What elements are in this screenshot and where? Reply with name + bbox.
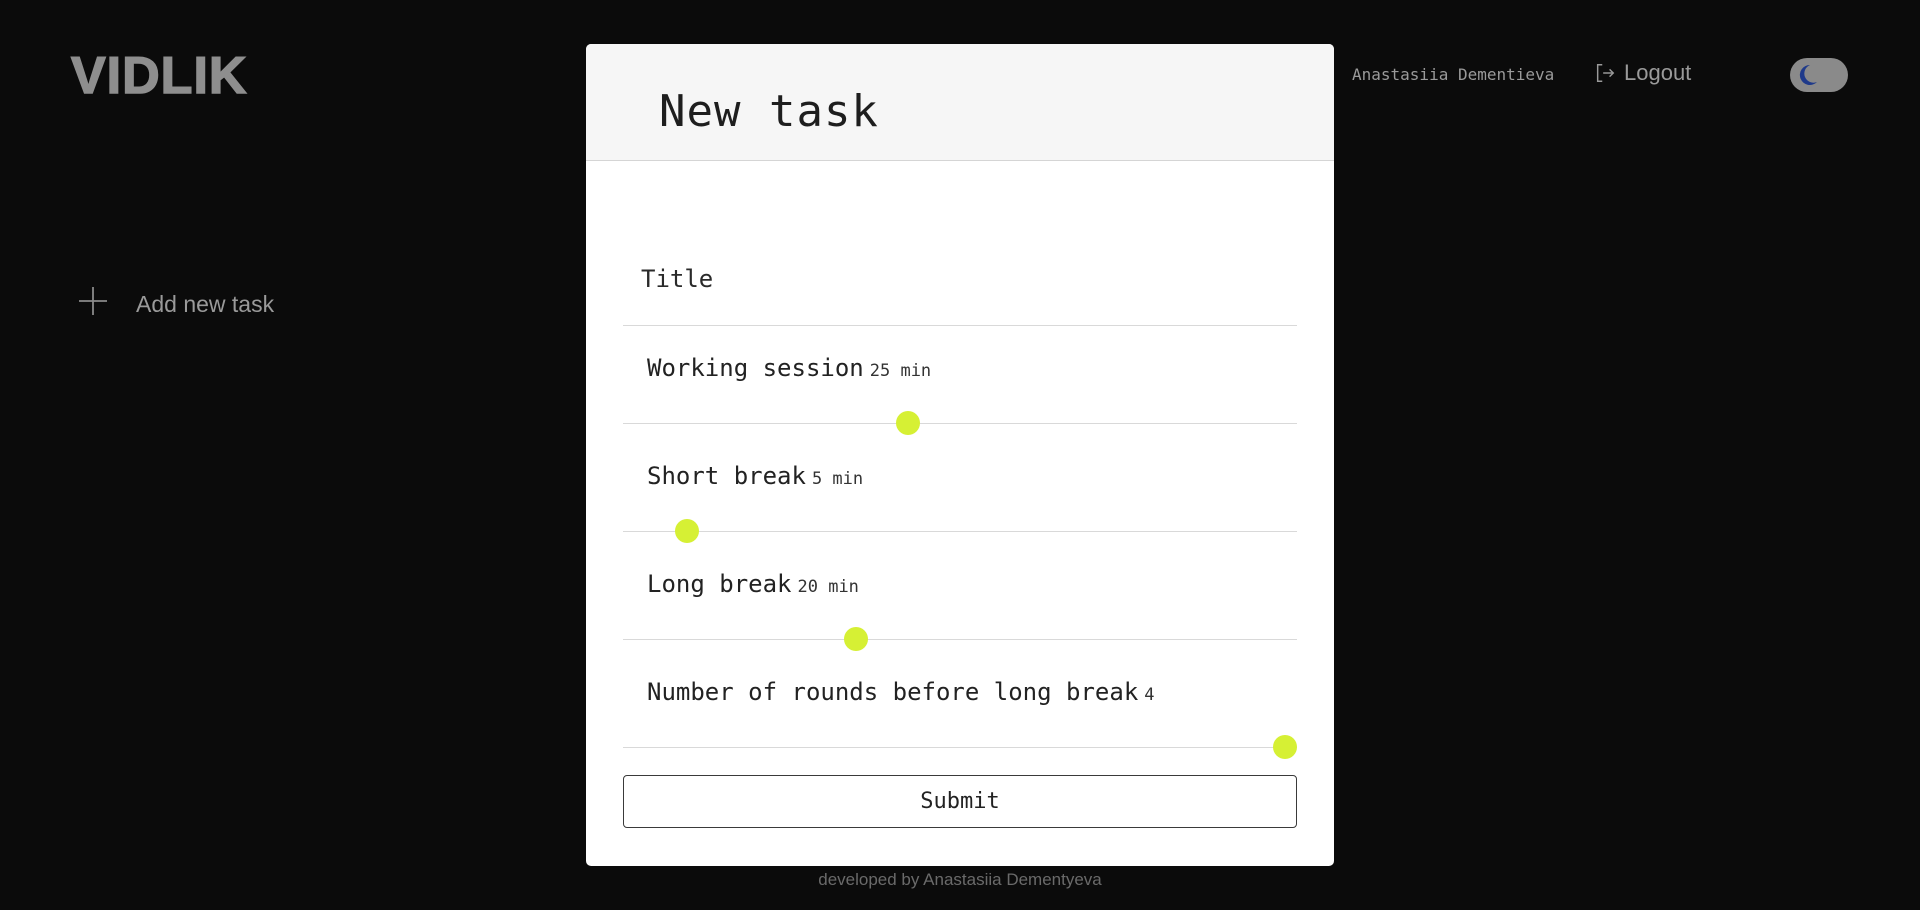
title-input[interactable]	[641, 265, 1271, 293]
logout-label: Logout	[1624, 60, 1692, 85]
rounds-slider[interactable]	[623, 735, 1297, 759]
app-page: VIDLIK Anastasiia Dementieva Logout Add …	[0, 0, 1920, 910]
title-field	[623, 221, 1297, 326]
working-session-slider-thumb[interactable]	[896, 411, 920, 435]
add-new-task-button[interactable]: Add new task	[78, 286, 274, 322]
short-break-slider-thumb[interactable]	[675, 519, 699, 543]
long-break-slider-field: Long break 20 min	[623, 542, 1297, 651]
app-logo[interactable]: VIDLIK	[70, 49, 247, 103]
rounds-label: Number of rounds before long break 4	[647, 678, 1155, 706]
short-break-label: Short break 5 min	[647, 462, 863, 490]
slider-label-text: Short break	[647, 462, 806, 490]
long-break-slider[interactable]	[623, 627, 1297, 651]
slider-label-text: Long break	[647, 570, 792, 598]
slider-value: 25 min	[869, 361, 932, 381]
logout-button[interactable]: Logout	[1594, 60, 1691, 86]
plus-icon	[78, 286, 108, 322]
slider-label-text: Number of rounds before long break	[647, 678, 1139, 706]
working-session-slider[interactable]	[623, 411, 1297, 435]
working-session-label: Working session 25 min	[647, 354, 931, 382]
slider-value: 5 min	[811, 469, 864, 489]
long-break-label: Long break 20 min	[647, 570, 859, 598]
working-session-slider-field: Working session 25 min	[623, 326, 1297, 435]
modal-title: New task	[659, 86, 879, 137]
submit-button[interactable]: Submit	[623, 775, 1297, 828]
moon-icon	[1795, 63, 1819, 87]
user-name: Anastasiia Dementieva	[1352, 65, 1555, 84]
logout-icon	[1594, 62, 1616, 84]
rounds-slider-field: Number of rounds before long break 4	[623, 650, 1297, 759]
short-break-slider-field: Short break 5 min	[623, 434, 1297, 543]
long-break-slider-thumb[interactable]	[844, 627, 868, 651]
add-new-task-label: Add new task	[136, 290, 275, 317]
theme-toggle[interactable]	[1790, 58, 1848, 92]
slider-value: 20 min	[797, 577, 859, 597]
slider-label-text: Working session	[647, 354, 864, 382]
short-break-slider[interactable]	[623, 519, 1297, 543]
footer-credit: developed by Anastasiia Dementyeva	[818, 870, 1102, 889]
slider-value: 4	[1144, 685, 1155, 705]
new-task-modal: New task Working session25 min Short bre…	[586, 44, 1334, 866]
rounds-slider-thumb[interactable]	[1273, 735, 1297, 759]
